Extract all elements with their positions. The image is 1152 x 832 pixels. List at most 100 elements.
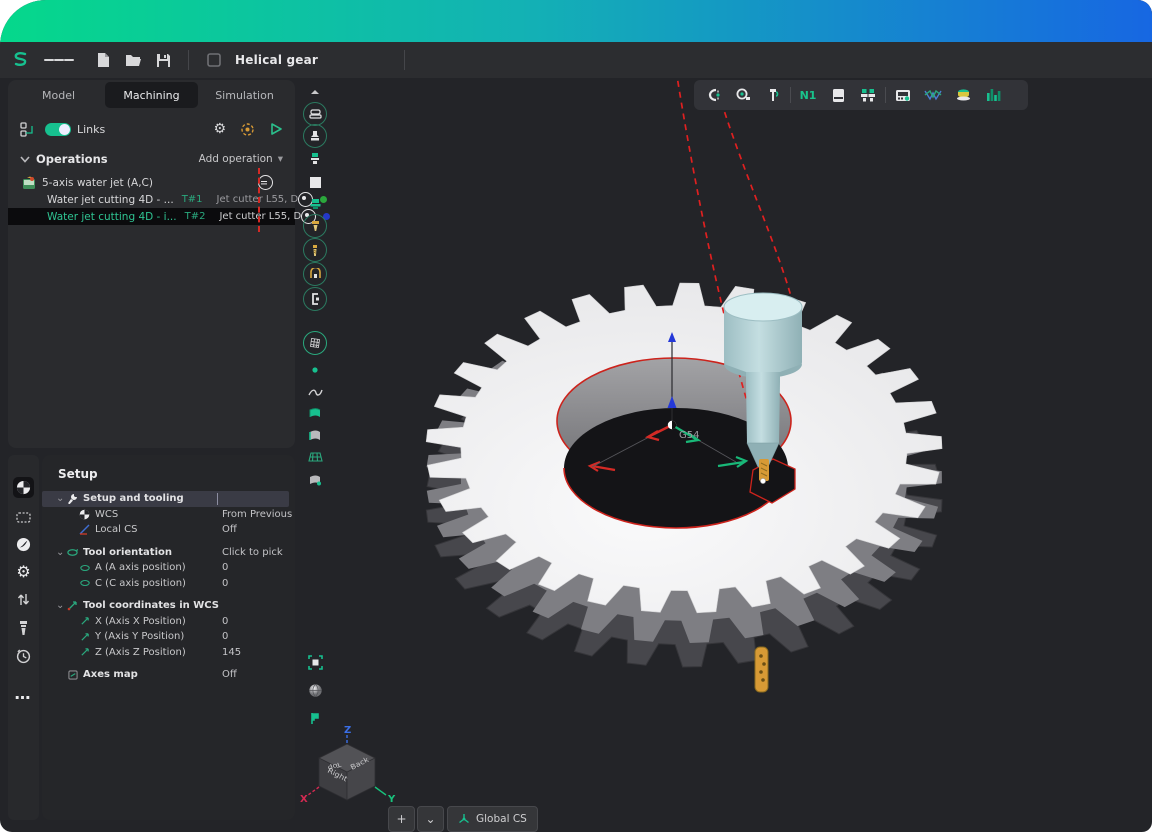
svg-text:Y: Y [387, 794, 396, 805]
toolbar-separator [885, 87, 886, 103]
menu-icon[interactable] [44, 47, 74, 73]
axes-arrows-icon[interactable] [13, 589, 34, 610]
links-toggle[interactable] [45, 123, 71, 136]
jet-stream-below [755, 647, 768, 692]
history-clock-icon[interactable] [13, 646, 34, 667]
machine-panel-icon[interactable] [888, 83, 918, 107]
surface-icon[interactable] [302, 401, 328, 425]
app-logo [6, 47, 36, 73]
setup-row-local-cs[interactable]: Local CS Off [42, 522, 295, 538]
setup-icon-strip: ⚙ … [8, 455, 39, 820]
toolbar-separator [790, 87, 791, 103]
grid-surface-icon[interactable] [302, 445, 328, 469]
tree-row-group[interactable]: 5-axis water jet (A,C) [8, 174, 295, 191]
rotate-axis-icon [66, 548, 79, 557]
toolholder-icon[interactable] [302, 124, 328, 148]
setup-row-axes-map[interactable]: Axes map Off [42, 667, 295, 683]
workpiece-select-icon[interactable] [13, 506, 34, 527]
statistics-icon[interactable] [978, 83, 1008, 107]
wcs-pie-icon [78, 509, 91, 520]
tool-icon[interactable] [13, 617, 34, 638]
setup-row-x-pos[interactable]: X (Axis X Position) 0 [42, 614, 295, 630]
tree-row-op1[interactable]: Water jet cutting 4D - ... T#1 Jet cutte… [8, 191, 295, 208]
global-cs-button[interactable]: Global CS [447, 806, 538, 832]
caliper-icon[interactable] [758, 83, 788, 107]
a-axis-icon [78, 564, 91, 572]
setup-panel-title: Setup [58, 467, 295, 481]
svg-text:X: X [300, 794, 308, 805]
links-row: Links ⚙ [20, 116, 285, 142]
tab-model[interactable]: Model [12, 82, 105, 108]
mesh-icon[interactable] [302, 331, 328, 355]
sheet-body-icon[interactable] [302, 423, 328, 447]
clamp-bracket-icon[interactable] [302, 287, 328, 311]
chevron-down-icon[interactable]: ⌄ [56, 600, 66, 611]
links-label: Links [77, 123, 105, 136]
project-icon [199, 47, 229, 73]
tree-row-op2[interactable]: Water jet cutting 4D - i... T#2 Jet cutt… [8, 208, 295, 225]
machine-icon[interactable] [302, 102, 328, 126]
z-axis-arrow-icon [78, 647, 91, 657]
workpiece-square-icon[interactable] [302, 170, 328, 194]
setup-panel: Setup ⌄ Setup and tooling WCS From Previ… [42, 455, 295, 820]
setup-row-wcs[interactable]: WCS From Previous [42, 507, 295, 523]
setup-row-z-pos[interactable]: Z (Axis Z Position) 145 [42, 645, 295, 661]
tool-head-icon[interactable] [302, 146, 328, 170]
settings-gear-icon[interactable]: ⚙ [213, 121, 226, 137]
spindle-head-icon[interactable] [302, 262, 328, 286]
machine-5axis-icon [22, 176, 37, 190]
tool-library-icon[interactable] [853, 83, 883, 107]
add-operation-button[interactable]: Add operation▾ [199, 153, 283, 165]
wcs-icon[interactable] [13, 477, 34, 498]
parameters-gear-icon[interactable]: ⚙ [13, 561, 34, 582]
tab-simulation[interactable]: Simulation [198, 82, 291, 108]
trace-target-icon[interactable] [240, 122, 255, 137]
more-ellipsis-icon[interactable]: … [13, 683, 34, 704]
add-cs-button[interactable]: + [388, 806, 415, 832]
fixture-tool-icon[interactable] [302, 192, 328, 216]
point-icon[interactable] [302, 358, 328, 382]
new-file-icon[interactable] [88, 47, 118, 73]
fixture-icon[interactable] [13, 534, 34, 555]
operations-title: Operations [36, 152, 108, 166]
left-panel: Model Machining Simulation Links ⚙ Opera… [8, 80, 295, 448]
operations-header: Operations Add operation▾ [20, 152, 283, 166]
chevron-down-icon[interactable] [20, 156, 30, 163]
toolpath-waves-icon[interactable] [918, 83, 948, 107]
window-gradient-band [0, 0, 1152, 42]
operations-tree: 5-axis water jet (A,C) Water jet cutting… [8, 174, 295, 225]
setup-row-setup-and-tooling[interactable]: ⌄ Setup and tooling [42, 491, 289, 507]
titlebar-separator-2 [404, 50, 405, 70]
y-axis-arrow-icon [78, 632, 91, 642]
collapse-arrow-icon[interactable] [302, 80, 328, 104]
patch-icon[interactable] [302, 468, 328, 492]
setup-row-tool-coordinates[interactable]: ⌄ Tool coordinates in WCS [42, 598, 295, 614]
view-cube[interactable]: Top Right Back Z X Y [296, 722, 406, 817]
nc-program-icon[interactable]: N1 [793, 83, 823, 107]
cutter-tip-icon[interactable] [302, 214, 328, 238]
stock-layers-icon[interactable] [948, 83, 978, 107]
fit-view-icon[interactable] [302, 650, 328, 674]
setup-row-y-pos[interactable]: Y (Axis Y Position) 0 [42, 629, 295, 645]
save-file-icon[interactable] [148, 47, 178, 73]
tab-machining[interactable]: Machining [105, 82, 198, 108]
app-window: Helical gear Model Machining Simulation … [0, 0, 1152, 832]
chevron-down-icon[interactable]: ⌄ [56, 493, 66, 504]
drill-icon[interactable] [302, 238, 328, 262]
local-cs-icon [78, 524, 91, 535]
setup-row-a-axis[interactable]: A (A axis position) 0 [42, 560, 295, 576]
viewport-3d[interactable]: G54 [330, 78, 1152, 832]
measure-tape-icon[interactable] [728, 83, 758, 107]
workpiece-panel-icon[interactable] [823, 83, 853, 107]
setup-row-tool-orientation[interactable]: ⌄ Tool orientation Click to pick [42, 545, 295, 561]
open-file-icon[interactable] [118, 47, 148, 73]
run-play-icon[interactable] [269, 122, 283, 136]
group-menu-button[interactable] [258, 175, 273, 190]
setup-row-c-axis[interactable]: C (C axis position) 0 [42, 576, 295, 592]
rotary-axes-icon[interactable] [698, 83, 728, 107]
project-title: Helical gear [235, 53, 318, 67]
chevron-down-icon[interactable]: ⌄ [56, 547, 66, 558]
links-graph-icon [20, 122, 37, 137]
expand-cs-button[interactable]: ⌄ [417, 806, 444, 832]
shaded-view-icon[interactable] [302, 678, 328, 702]
